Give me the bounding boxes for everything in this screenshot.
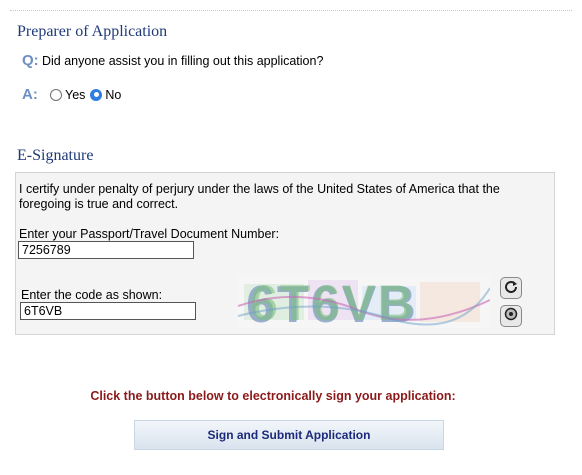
code-label: Enter the code as shown: (21, 288, 163, 302)
top-divider (10, 10, 572, 11)
captcha-audio-button[interactable] (500, 305, 522, 327)
esignature-section-title: E-Signature (17, 147, 94, 164)
certification-text: I certify under penalty of perjury under… (19, 182, 500, 211)
esignature-panel: I certify under penalty of perjury under… (15, 172, 555, 335)
assist-radio-group: Yes No (50, 88, 126, 102)
question-text: Did anyone assist you in filling out thi… (42, 53, 324, 68)
radio-no-label[interactable]: No (105, 88, 121, 102)
captcha-image: 6T6VB 6T6VB (237, 275, 491, 334)
audio-icon (504, 307, 518, 326)
answer-row: A: Yes No (22, 86, 126, 103)
question-marker: Q: (22, 52, 39, 69)
answer-marker: A: (22, 86, 38, 103)
preparer-section-title: Preparer of Application (17, 23, 168, 40)
captcha-code-input[interactable]: 6T6VB (20, 302, 196, 320)
question-row: Q: Did anyone assist you in filling out … (22, 52, 323, 69)
refresh-icon (504, 279, 518, 298)
sign-and-submit-button[interactable]: Sign and Submit Application (134, 420, 444, 450)
passport-number-input[interactable]: 7256789 (18, 241, 194, 259)
radio-yes[interactable] (50, 88, 62, 101)
sign-instruction: Click the button below to electronically… (90, 389, 456, 403)
passport-label: Enter your Passport/Travel Document Numb… (19, 227, 280, 241)
radio-yes-label[interactable]: Yes (65, 88, 85, 102)
radio-no[interactable] (90, 88, 103, 101)
captcha-refresh-button[interactable] (500, 277, 522, 299)
